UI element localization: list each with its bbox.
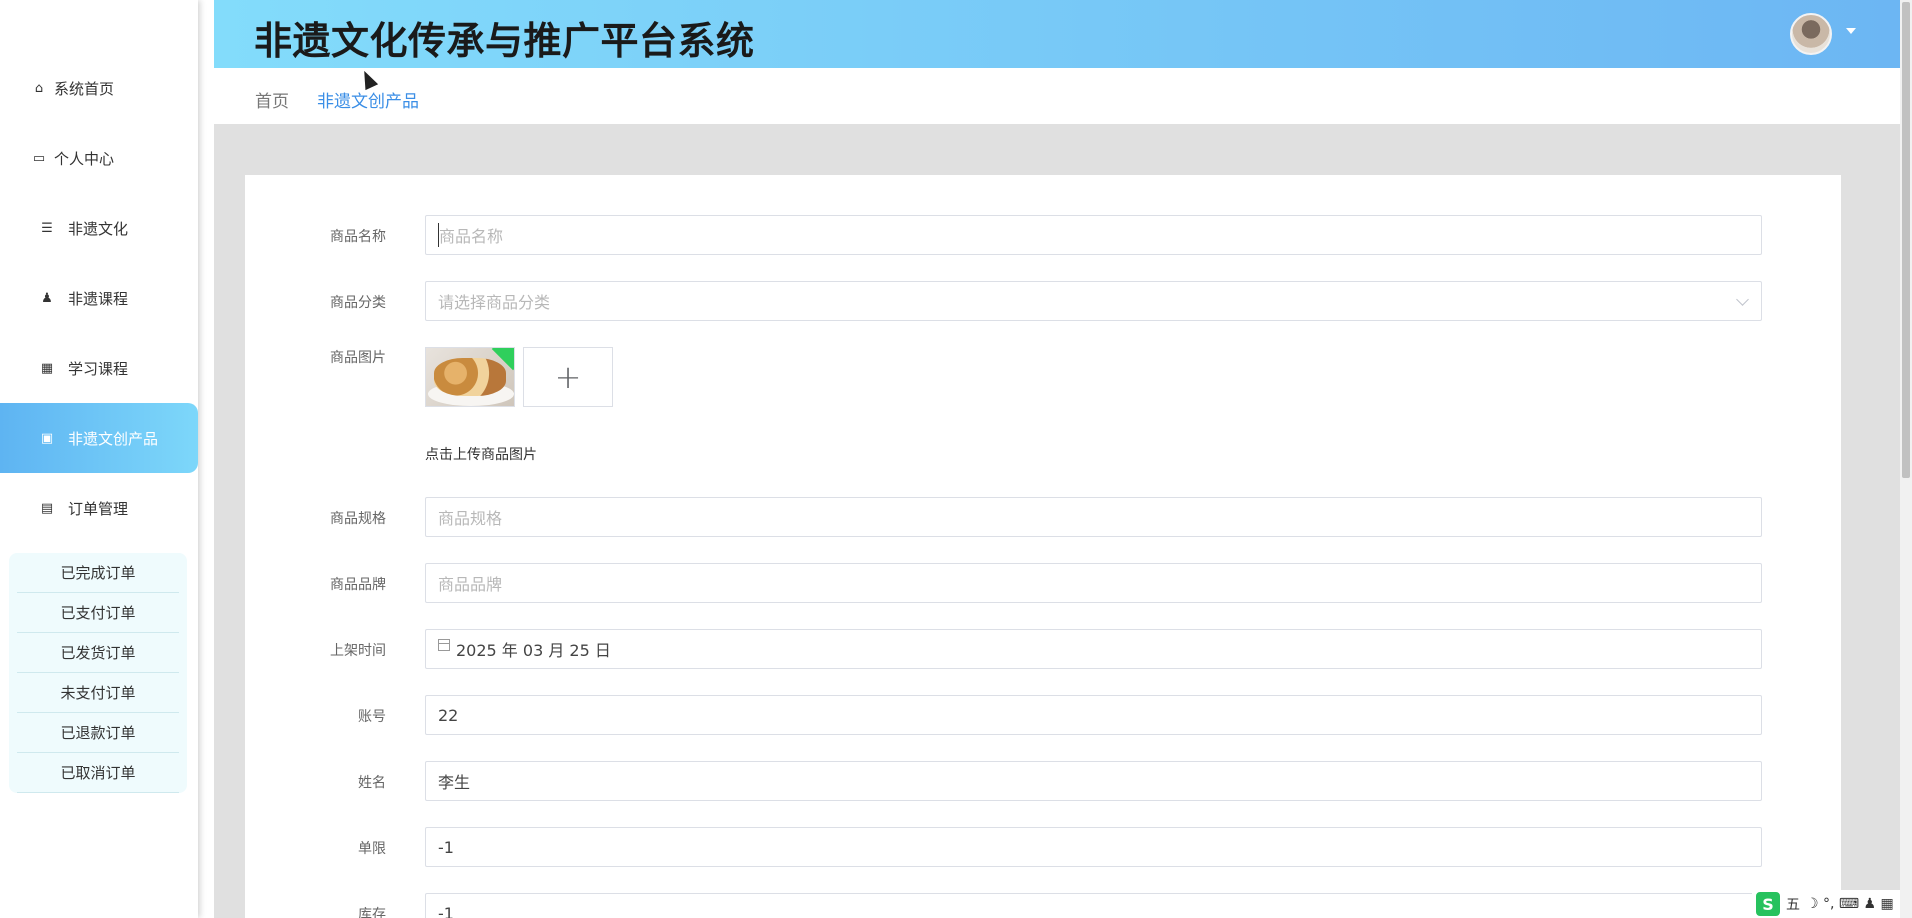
placeholder: 商品规格 <box>438 509 503 528</box>
account-input[interactable]: 22 <box>425 695 1762 735</box>
field-label: 账号 <box>358 709 386 725</box>
doc-icon: ▣ <box>40 430 54 446</box>
sidebar: ⌂ 系统首页 ▭ 个人中心 ☰ 非遗文化 ♟ 非遗课程 ▦ 学习课程 ▣ 非遗文… <box>0 0 198 918</box>
field-value: 22 <box>438 705 459 725</box>
field-label: 单限 <box>358 841 386 857</box>
sidebar-item-courses[interactable]: ♟ 非遗课程 <box>0 263 198 333</box>
plus-icon: + <box>554 358 582 396</box>
breadcrumb-current: 非遗文创产品 <box>317 92 419 112</box>
avatar[interactable] <box>1790 13 1832 55</box>
product-spec-input[interactable]: 商品规格 <box>425 497 1762 537</box>
field-value: -1 <box>438 837 454 857</box>
product-image-thumbnail[interactable] <box>425 347 515 407</box>
calendar-icon <box>438 639 450 651</box>
food-shape <box>434 358 506 396</box>
breadcrumb-home[interactable]: 首页 <box>255 87 289 112</box>
clipboard-icon: ▤ <box>40 500 54 516</box>
page-scrollbar[interactable] <box>1900 0 1912 918</box>
ime-logo-icon[interactable]: S <box>1756 892 1780 916</box>
sidebar-item-orders[interactable]: ▤ 订单管理 <box>0 473 198 543</box>
home-icon: ⌂ <box>34 80 44 96</box>
field-label: 姓名 <box>358 775 386 791</box>
field-label: 库存 <box>358 907 386 918</box>
field-label: 商品名称 <box>330 229 386 245</box>
upload-hint: 点击上传商品图片 <box>425 447 537 463</box>
sidebar-item-label: 非遗文化 <box>68 219 129 238</box>
field-value: 李生 <box>438 773 471 792</box>
app-title: 非遗文化传承与推广平台系统 <box>254 19 755 63</box>
stock-input[interactable]: -1 <box>425 893 1762 918</box>
sidebar-item-culture[interactable]: ☰ 非遗文化 <box>0 193 198 263</box>
sidebar-item-home[interactable]: ⌂ 系统首页 <box>0 53 198 123</box>
product-category-select[interactable]: 请选择商品分类 <box>425 281 1762 321</box>
sidebar-item-label: 非遗文创产品 <box>68 429 159 448</box>
field-label: 商品品牌 <box>330 577 386 593</box>
date-value: 2025 年 03 月 25 日 <box>456 641 611 660</box>
list-icon: ☰ <box>41 220 53 236</box>
card-icon: ▭ <box>32 150 46 166</box>
product-brand-input[interactable]: 商品品牌 <box>425 563 1762 603</box>
sidebar-item-label: 订单管理 <box>68 499 129 518</box>
chevron-down-icon <box>1736 293 1749 306</box>
ime-mode[interactable]: 五 <box>1786 894 1800 914</box>
ime-extra-icons[interactable]: ☽ °, ⌨ ♟ ▦ <box>1806 896 1894 912</box>
submenu-item-cancelled[interactable]: 已取消订单 <box>17 753 179 793</box>
submenu-item-unpaid[interactable]: 未支付订单 <box>17 673 179 713</box>
sidebar-item-label: 个人中心 <box>54 149 115 168</box>
sidebar-item-label: 系统首页 <box>54 79 115 98</box>
scrollbar-thumb[interactable] <box>1902 2 1910 478</box>
breadcrumb: 首页 非遗文创产品 <box>214 68 1902 124</box>
placeholder: 商品品牌 <box>438 575 503 594</box>
submenu-item-completed[interactable]: 已完成订单 <box>17 553 179 593</box>
sidebar-item-study[interactable]: ▦ 学习课程 <box>0 333 198 403</box>
field-label: 上架时间 <box>330 643 386 659</box>
product-form: 商品名称 商品名称 商品分类 请选择商品分类 商品图片 + 点击上传商品图片 商… <box>245 175 1841 918</box>
submenu-item-paid[interactable]: 已支付订单 <box>17 593 179 633</box>
field-label: 商品分类 <box>330 295 386 311</box>
sidebar-item-products[interactable]: ▣ 非遗文创产品 <box>0 403 198 473</box>
product-name-input[interactable]: 商品名称 <box>425 215 1762 255</box>
ime-toolbar[interactable]: S 五 ☽ °, ⌨ ♟ ▦ <box>1752 890 1900 918</box>
field-label: 商品规格 <box>330 511 386 527</box>
sidebar-item-label: 学习课程 <box>68 359 129 378</box>
person-name-input[interactable]: 李生 <box>425 761 1762 801</box>
sidebar-item-profile[interactable]: ▭ 个人中心 <box>0 123 198 193</box>
placeholder: 请选择商品分类 <box>438 293 551 312</box>
limit-input[interactable]: -1 <box>425 827 1762 867</box>
placeholder: 商品名称 <box>438 223 503 247</box>
orders-submenu: 已完成订单 已支付订单 已发货订单 未支付订单 已退款订单 已取消订单 <box>9 553 187 793</box>
listing-date-picker[interactable]: 2025 年 03 月 25 日 <box>425 629 1762 669</box>
grid-icon: ▦ <box>40 360 54 376</box>
field-value: -1 <box>438 903 454 918</box>
upload-image-button[interactable]: + <box>523 347 613 407</box>
submenu-item-shipped[interactable]: 已发货订单 <box>17 633 179 673</box>
field-label: 商品图片 <box>330 350 386 366</box>
user-icon: ♟ <box>41 290 53 306</box>
top-header: 非遗文化传承与推广平台系统 <box>214 0 1902 68</box>
submenu-item-refunded[interactable]: 已退款订单 <box>17 713 179 753</box>
sidebar-item-label: 非遗课程 <box>68 289 129 308</box>
chevron-down-icon[interactable] <box>1846 28 1856 34</box>
